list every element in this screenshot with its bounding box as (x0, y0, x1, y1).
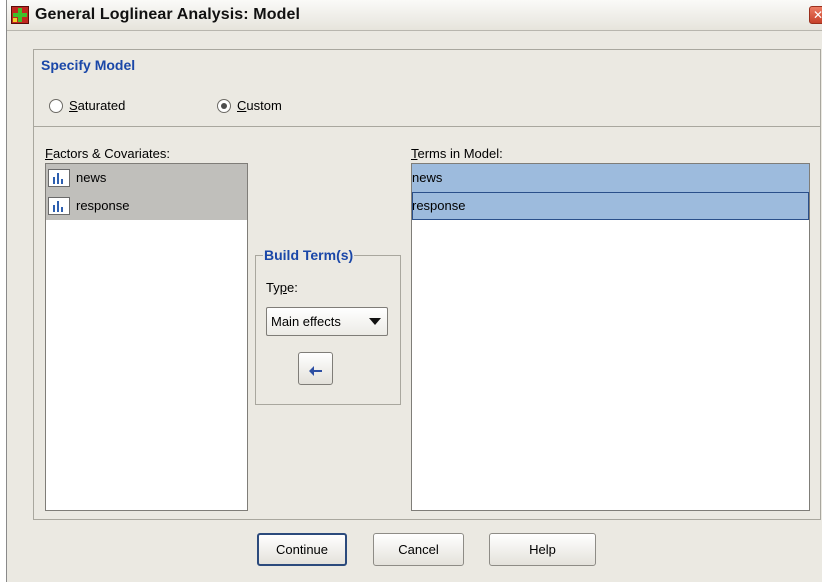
type-label: Type: (266, 280, 298, 295)
radio-custom-circle[interactable] (217, 98, 231, 113)
help-button[interactable]: Help (489, 533, 596, 566)
radio-saturated[interactable]: Saturated (49, 98, 125, 113)
list-item[interactable]: response (412, 192, 809, 220)
terms-list[interactable]: news response (411, 163, 810, 511)
title-bar[interactable]: General Loglinear Analysis: Model ✕ (7, 0, 822, 31)
window-title: General Loglinear Analysis: Model (35, 6, 300, 23)
radio-custom[interactable]: Custom (217, 98, 282, 113)
close-icon: ✕ (813, 8, 822, 22)
radio-saturated-circle[interactable] (49, 98, 63, 113)
list-item[interactable]: news (412, 164, 809, 192)
nominal-variable-icon (48, 169, 70, 187)
cancel-button[interactable]: Cancel (373, 533, 464, 566)
specify-model-title: Specify Model (40, 57, 137, 73)
list-item[interactable]: news (46, 164, 247, 192)
factor-name: news (76, 170, 107, 185)
factor-name: response (76, 198, 130, 213)
term-name: response (412, 198, 466, 213)
factors-list[interactable]: news response (45, 163, 248, 511)
arrow-left-icon (308, 362, 322, 376)
type-select[interactable]: Main effects (266, 307, 388, 336)
terms-label: Terms in Model: (411, 146, 503, 161)
close-button[interactable]: ✕ (809, 6, 822, 24)
group-divider (33, 126, 821, 127)
type-select-value: Main effects (271, 314, 341, 329)
radio-saturated-label: Saturated (69, 98, 126, 113)
dropdown-arrow-icon (369, 318, 381, 325)
app-icon (11, 6, 29, 24)
build-terms-title: Build Term(s) (263, 247, 355, 263)
list-item[interactable]: response (46, 192, 247, 220)
factors-label: Factors & Covariates: (45, 146, 170, 161)
dialog-window: General Loglinear Analysis: Model ✕ Spec… (6, 0, 822, 582)
nominal-variable-icon (48, 197, 70, 215)
term-name: news (412, 170, 443, 185)
radio-custom-label: Custom (237, 98, 282, 113)
continue-button[interactable]: Continue (257, 533, 347, 566)
move-to-model-button[interactable] (298, 352, 333, 385)
